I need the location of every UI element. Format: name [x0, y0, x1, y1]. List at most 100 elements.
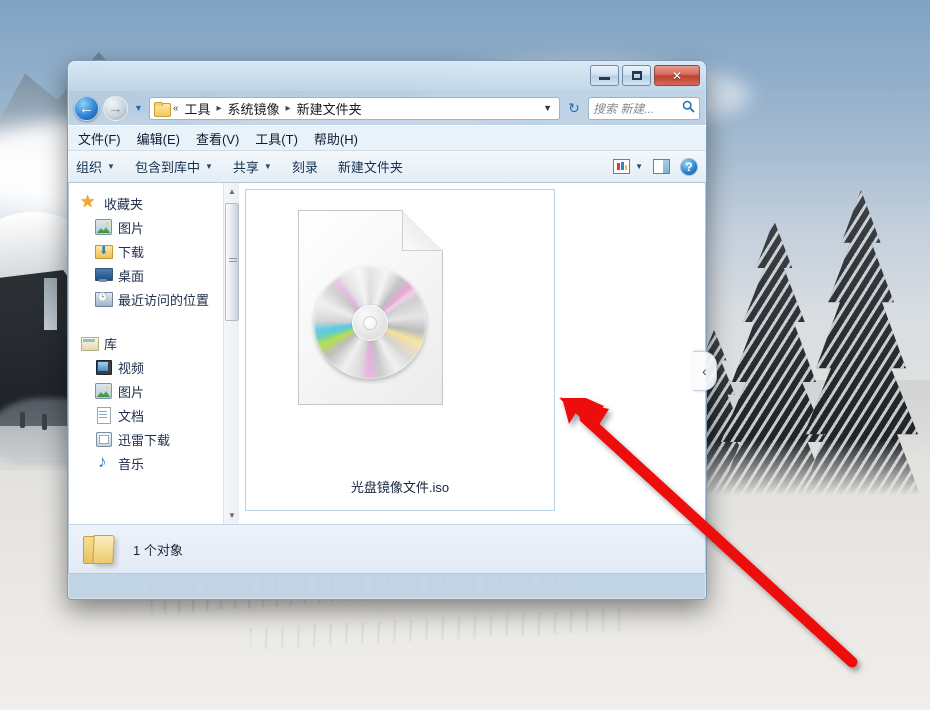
chevron-down-icon: ▼: [107, 162, 115, 171]
refresh-button[interactable]: ↻: [564, 100, 584, 117]
sidebar-label-favorites: 收藏夹: [104, 196, 144, 212]
cd-disc-icon: [314, 267, 426, 379]
toolbar-new-folder-label: 新建文件夹: [337, 160, 403, 175]
breadcrumb-item-2[interactable]: 新建文件夹: [295, 99, 364, 118]
address-dropdown-icon[interactable]: ▼: [543, 103, 555, 113]
breadcrumb-separator[interactable]: ▸: [216, 103, 223, 114]
file-name-label: 光盘镜像文件.iso: [350, 480, 450, 495]
close-icon: ✕: [671, 68, 683, 83]
folder-icon: [153, 101, 171, 117]
sidebar-item-thunder-download[interactable]: 迅雷下载: [69, 427, 239, 451]
chevron-left-icon: ‹: [702, 363, 707, 379]
scrollbar-thumb[interactable]: [225, 203, 239, 321]
toolbar-organize-button[interactable]: 组织 ▼: [76, 157, 115, 176]
address-bar[interactable]: « 工具 ▸ 系统镜像 ▸ 新建文件夹 ▼: [148, 96, 560, 120]
toolbar-include-in-library-button[interactable]: 包含到库中 ▼: [135, 157, 213, 176]
maximize-button[interactable]: [622, 65, 651, 86]
menu-item-view[interactable]: 查看(V): [196, 129, 239, 148]
sidebar-item-favorites[interactable]: 收藏夹: [69, 191, 239, 215]
explorer-body: 收藏夹 图片 下载 桌面: [68, 183, 706, 524]
sidebar-item-desktop[interactable]: 桌面: [69, 263, 239, 287]
chevron-down-icon: ▼: [134, 103, 143, 113]
sidebar-label-desktop: 桌面: [118, 268, 145, 284]
sidebar-label-library-pictures: 图片: [118, 384, 145, 400]
sidebar-label-music: 音乐: [118, 456, 145, 472]
sidebar-scrollbar[interactable]: ▲ ▼: [223, 183, 239, 524]
sidebar-item-music[interactable]: 音乐: [69, 451, 239, 475]
menu-item-tools[interactable]: 工具(T): [255, 129, 298, 148]
sidebar-label-documents: 文档: [118, 408, 145, 424]
desktop-wallpaper: ✕ ← → ▼ « 工具 ▸ 系统镜像 ▸ 新建文件夹 ▼ ↻ 搜索 新建...…: [0, 0, 930, 710]
toolbar-burn-label: 刻录: [291, 160, 318, 175]
file-explorer-window[interactable]: ✕ ← → ▼ « 工具 ▸ 系统镜像 ▸ 新建文件夹 ▼ ↻ 搜索 新建...…: [67, 60, 717, 600]
folder-icon: [81, 534, 115, 564]
toolbar-burn-button[interactable]: 刻录: [292, 157, 318, 176]
sidebar-item-documents[interactable]: 文档: [69, 403, 239, 427]
search-icon[interactable]: [682, 100, 695, 116]
wallpaper-pine-trees: [695, 90, 930, 520]
sidebar-item-downloads[interactable]: 下载: [69, 239, 239, 263]
scroll-down-button[interactable]: ▼: [224, 507, 239, 524]
sidebar-label-libraries: 库: [104, 336, 118, 352]
file-list-pane[interactable]: 光盘镜像文件.iso: [239, 183, 705, 524]
menu-item-help[interactable]: 帮助(H): [314, 129, 358, 148]
sidebar-item-recent-places[interactable]: 最近访问的位置: [69, 287, 239, 311]
breadcrumb-item-1[interactable]: 系统镜像: [226, 99, 282, 118]
views-icon: [613, 159, 631, 174]
scrollbar-grip-icon: [229, 258, 237, 264]
window-controls: ✕: [590, 65, 700, 86]
chevron-up-icon: ▲: [228, 187, 236, 196]
toolbar-right-group: ▼ ?: [613, 157, 698, 176]
menu-item-file[interactable]: 文件(F): [78, 129, 121, 148]
sidebar-item-pictures[interactable]: 图片: [69, 215, 239, 239]
picture-icon: [95, 383, 112, 399]
title-bar[interactable]: ✕: [68, 61, 706, 91]
toolbar-share-button[interactable]: 共享 ▼: [233, 157, 272, 176]
chevron-down-icon: ▼: [204, 162, 213, 171]
forward-arrow-icon: →: [108, 99, 123, 117]
thunder-download-icon: [95, 431, 112, 447]
sidebar-label-thunder-download: 迅雷下载: [118, 432, 171, 448]
history-dropdown-button[interactable]: ▼: [132, 103, 145, 113]
menu-bar: 文件(F) 编辑(E) 查看(V) 工具(T) 帮助(H): [68, 125, 706, 150]
minimize-button[interactable]: [590, 65, 619, 86]
file-item-container[interactable]: 光盘镜像文件.iso: [245, 189, 555, 511]
chevron-down-icon: ▼: [263, 162, 272, 171]
navigation-bar: ← → ▼ « 工具 ▸ 系统镜像 ▸ 新建文件夹 ▼ ↻ 搜索 新建...: [74, 91, 700, 125]
refresh-icon: ↻: [568, 99, 580, 116]
back-button[interactable]: ←: [74, 95, 99, 121]
breadcrumb-overflow[interactable]: «: [172, 103, 180, 114]
sidebar-item-library-pictures[interactable]: 图片: [69, 379, 239, 403]
chevron-down-icon: ▼: [635, 162, 643, 171]
video-icon: [95, 359, 112, 375]
iso-disc-image-icon[interactable]: [298, 210, 443, 405]
breadcrumb-separator[interactable]: ▸: [285, 103, 292, 114]
document-icon: [95, 407, 112, 424]
preview-pane-icon[interactable]: [653, 159, 670, 174]
library-icon: [81, 335, 99, 351]
navigation-pane[interactable]: 收藏夹 图片 下载 桌面: [69, 183, 239, 524]
command-toolbar: 组织 ▼ 包含到库中 ▼ 共享 ▼ 刻录 新建文件夹 ▼ ?: [68, 150, 706, 183]
sidebar-label-recent-places: 最近访问的位置: [118, 292, 210, 308]
sidebar-item-libraries[interactable]: 库: [69, 331, 239, 355]
scroll-up-button[interactable]: ▲: [224, 183, 239, 200]
collapse-pane-handle[interactable]: ‹: [693, 351, 717, 391]
back-arrow-icon: ←: [79, 99, 94, 117]
change-view-button[interactable]: ▼: [613, 159, 643, 174]
forward-button[interactable]: →: [103, 95, 128, 121]
search-box[interactable]: 搜索 新建...: [588, 96, 700, 120]
chevron-down-icon: ▼: [228, 511, 236, 520]
close-button[interactable]: ✕: [654, 65, 700, 86]
menu-item-edit[interactable]: 编辑(E): [137, 129, 180, 148]
toolbar-new-folder-button[interactable]: 新建文件夹: [338, 157, 403, 176]
page-fold-corner-icon: [402, 210, 443, 251]
wallpaper-post: [42, 414, 47, 430]
help-icon[interactable]: ?: [680, 157, 698, 176]
sidebar-item-videos[interactable]: 视频: [69, 355, 239, 379]
search-placeholder: 搜索 新建...: [593, 101, 655, 116]
download-folder-icon: [95, 243, 113, 259]
toolbar-share-label: 共享: [232, 160, 259, 175]
breadcrumb-item-0[interactable]: 工具: [182, 99, 212, 118]
nav-group-favorites: 收藏夹 图片 下载 桌面: [69, 191, 239, 311]
